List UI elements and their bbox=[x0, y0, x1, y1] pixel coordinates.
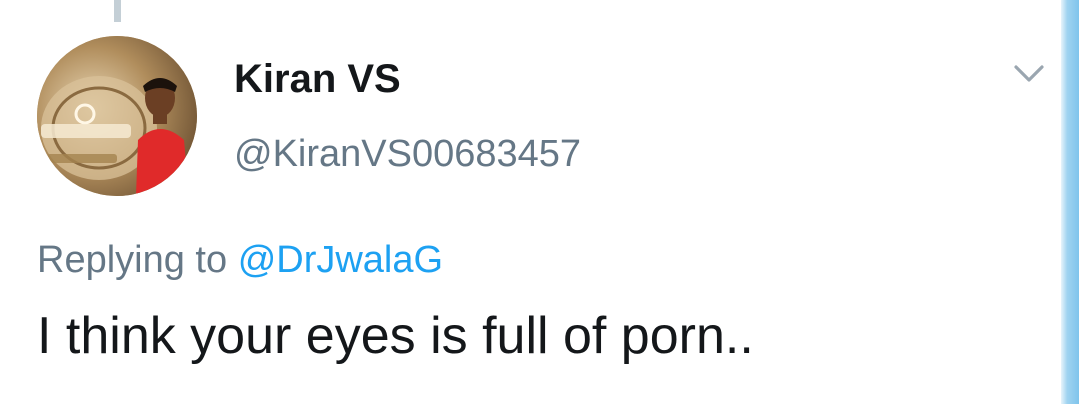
right-edge-bar bbox=[1061, 0, 1079, 404]
tweet-menu-button[interactable] bbox=[1012, 62, 1046, 86]
replying-to: Replying to @DrJwalaG bbox=[37, 237, 443, 283]
replying-to-label: Replying to bbox=[37, 239, 228, 281]
avatar[interactable] bbox=[37, 36, 197, 196]
thread-connector-line bbox=[114, 0, 121, 22]
chevron-down-icon bbox=[1014, 65, 1044, 82]
author-display-name[interactable]: Kiran VS bbox=[234, 55, 401, 103]
avatar-photo bbox=[37, 36, 197, 196]
author-handle[interactable]: @KiranVS00683457 bbox=[234, 131, 581, 177]
tweet-text: I think your eyes is full of porn.. bbox=[37, 307, 754, 365]
reply-mention-link[interactable]: @DrJwalaG bbox=[238, 239, 443, 281]
